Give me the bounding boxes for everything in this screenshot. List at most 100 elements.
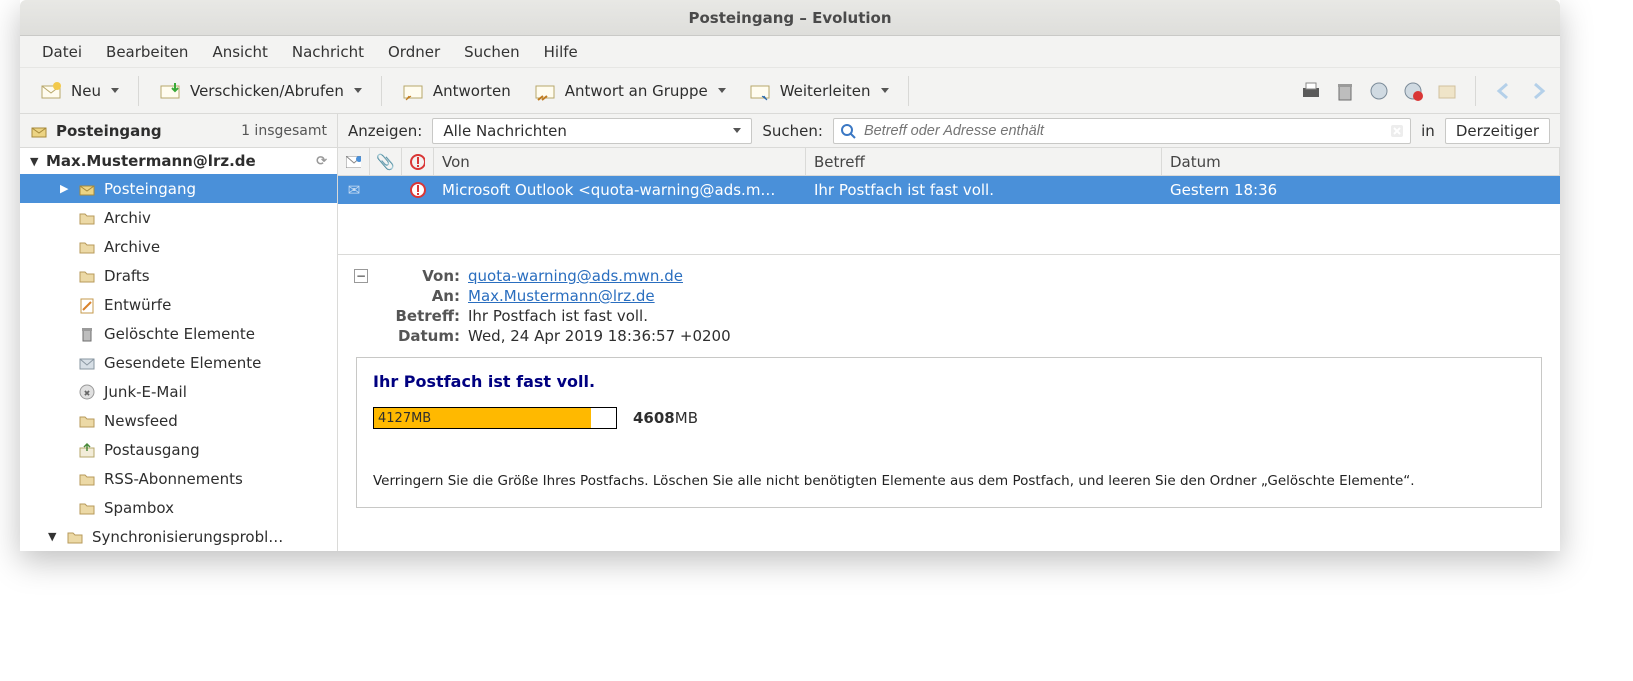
folder-archive[interactable]: Archive <box>20 232 337 261</box>
chevron-icon: ▼ <box>48 530 58 543</box>
not-junk-button[interactable] <box>1399 77 1427 105</box>
reply-icon <box>401 79 425 103</box>
scope-combo[interactable]: Derzeitiger <box>1445 118 1550 144</box>
folder-label: Entwürfe <box>104 296 171 314</box>
reply-group-button[interactable]: Antwort an Gruppe <box>522 74 737 108</box>
folder-postausgang[interactable]: Postausgang <box>20 435 337 464</box>
folder-icon <box>78 499 96 517</box>
col-status-icon[interactable] <box>338 148 370 175</box>
body-area: ▼ Max.Mustermann@lrz.de ⟳ ▶Posteingang Ar… <box>20 148 1560 551</box>
new-button[interactable]: Neu <box>28 74 130 108</box>
folder-label: Junk-E-Mail <box>104 383 187 401</box>
delete-button[interactable] <box>1331 77 1359 105</box>
refresh-icon[interactable]: ⟳ <box>316 154 327 169</box>
new-button-label: Neu <box>71 82 101 100</box>
search-box[interactable] <box>833 118 1411 144</box>
row-from: Microsoft Outlook <quota-warning@ads.m… <box>442 181 775 199</box>
forward-button[interactable]: Weiterleiten <box>737 74 900 108</box>
folder-icon <box>66 528 84 546</box>
folder-label: Archiv <box>104 209 151 227</box>
from-label: Von: <box>382 267 460 285</box>
dropdown-icon <box>718 88 726 93</box>
clear-search-icon[interactable] <box>1390 124 1404 138</box>
show-filter-value: Alle Nachrichten <box>443 122 566 140</box>
folder-icon <box>78 267 96 285</box>
row-date: Gestern 18:36 <box>1170 181 1277 199</box>
folder-label: Gesendete Elemente <box>104 354 261 372</box>
search-icon <box>840 123 856 139</box>
folder-newsfeed[interactable]: Newsfeed <box>20 406 337 435</box>
col-importance-icon[interactable] <box>402 148 434 175</box>
folder-gel-schte-elemente[interactable]: Gelöschte Elemente <box>20 319 337 348</box>
folder-count: 1 insgesamt <box>241 123 327 139</box>
from-value[interactable]: quota-warning@ads.mwn.de <box>468 267 683 285</box>
read-mail-icon: ✉ <box>348 181 361 199</box>
folder-entw-rfe[interactable]: Entwürfe <box>20 290 337 319</box>
folder-drafts[interactable]: Drafts <box>20 261 337 290</box>
junk-button[interactable] <box>1365 77 1393 105</box>
row-subject: Ihr Postfach ist fast voll. <box>814 181 994 199</box>
search-label: Suchen: <box>762 122 823 140</box>
nav-prev-button[interactable] <box>1490 77 1518 105</box>
current-folder-label: Posteingang <box>56 122 162 140</box>
col-attachment-icon[interactable]: 📎 <box>370 148 402 175</box>
quota-total: 4608MB <box>633 409 698 427</box>
print-button[interactable] <box>1297 77 1325 105</box>
body-text: Verringern Sie die Größe Ihres Postfachs… <box>373 473 1525 489</box>
dropdown-icon <box>733 128 741 133</box>
nav-next-button[interactable] <box>1524 77 1552 105</box>
dropdown-icon <box>111 88 119 93</box>
menu-datei[interactable]: Datei <box>30 39 94 65</box>
send-receive-label: Verschicken/Abrufen <box>190 82 344 100</box>
menu-suchen[interactable]: Suchen <box>452 39 532 65</box>
menu-ansicht[interactable]: Ansicht <box>200 39 279 65</box>
folder-icon <box>78 412 96 430</box>
folder-rss-abonnements[interactable]: RSS-Abonnements <box>20 464 337 493</box>
show-filter-combo[interactable]: Alle Nachrichten <box>432 118 752 144</box>
menubar: Datei Bearbeiten Ansicht Nachricht Ordne… <box>20 36 1560 68</box>
folder-label: Newsfeed <box>104 412 178 430</box>
folder-posteingang[interactable]: ▶Posteingang <box>20 174 337 203</box>
search-input[interactable] <box>862 122 1384 140</box>
menu-ordner[interactable]: Ordner <box>376 39 452 65</box>
folder-icon <box>78 325 96 343</box>
folder-synchronisierungsprobl-[interactable]: ▼Synchronisierungsprobl… <box>20 522 337 551</box>
col-subject[interactable]: Betreff <box>806 148 1162 175</box>
in-label: in <box>1421 122 1435 140</box>
collapse-headers-button[interactable]: − <box>354 269 368 283</box>
folder-label: Postausgang <box>104 441 200 459</box>
mark-read-button[interactable] <box>1433 77 1461 105</box>
col-date[interactable]: Datum <box>1162 148 1560 175</box>
folder-icon <box>78 441 96 459</box>
menu-bearbeiten[interactable]: Bearbeiten <box>94 39 200 65</box>
menu-nachricht[interactable]: Nachricht <box>280 39 376 65</box>
chevron-down-icon: ▼ <box>30 155 40 168</box>
show-label: Anzeigen: <box>348 122 422 140</box>
to-label: An: <box>382 287 460 305</box>
quota-bar: 4127MB <box>373 407 617 429</box>
folder-junk-e-mail[interactable]: ✖Junk-E-Mail <box>20 377 337 406</box>
reply-button[interactable]: Antworten <box>390 74 522 108</box>
message-list-header: 📎 Von Betreff Datum <box>338 148 1560 176</box>
folder-gesendete-elemente[interactable]: Gesendete Elemente <box>20 348 337 377</box>
message-preview: − Von: quota-warning@ads.mwn.de An: Max.… <box>338 254 1560 514</box>
folder-icon <box>78 354 96 372</box>
date-label: Datum: <box>382 327 460 345</box>
to-value[interactable]: Max.Mustermann@lrz.de <box>468 287 655 305</box>
folder-icon <box>78 296 96 314</box>
scope-value: Derzeitiger <box>1456 122 1539 140</box>
dropdown-icon <box>881 88 889 93</box>
message-row[interactable]: ✉ Microsoft Outlook <quota-warning@ads.m… <box>338 176 1560 204</box>
folder-label: Spambox <box>104 499 174 517</box>
col-from[interactable]: Von <box>434 148 806 175</box>
account-row[interactable]: ▼ Max.Mustermann@lrz.de ⟳ <box>20 148 337 174</box>
folder-icon <box>78 470 96 488</box>
menu-hilfe[interactable]: Hilfe <box>532 39 590 65</box>
folder-spambox[interactable]: Spambox <box>20 493 337 522</box>
folder-icon <box>78 238 96 256</box>
chevron-icon: ▶ <box>60 182 70 195</box>
send-receive-button[interactable]: Verschicken/Abrufen <box>147 74 373 108</box>
folder-archiv[interactable]: Archiv <box>20 203 337 232</box>
folder-label: RSS-Abonnements <box>104 470 243 488</box>
folder-icon <box>78 180 96 198</box>
